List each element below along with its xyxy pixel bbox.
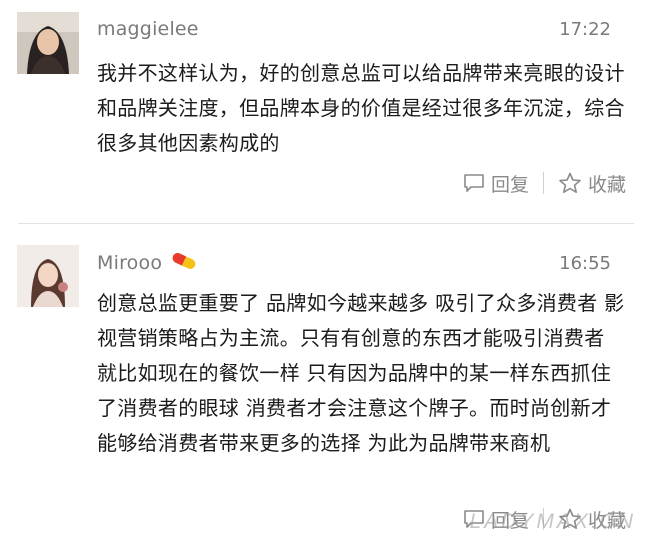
avatar[interactable] [17,245,79,307]
favorite-button[interactable]: 收藏 [558,170,626,197]
comment-divider [18,223,634,224]
avatar[interactable] [17,12,79,74]
comment-text: 我并不这样认为，好的创意总监可以给品牌带来亮眼的设计和品牌关注度，但品牌本身的价… [97,61,625,155]
username[interactable]: maggielee [97,18,199,40]
reply-button[interactable]: 回复 [463,170,529,197]
timestamp: 17:22 [559,19,611,40]
avatar-photo-icon [17,12,79,74]
username[interactable]: Mirooo [97,252,162,274]
comment-bubble-icon [464,174,484,192]
action-separator [542,172,544,194]
pill-icon [172,253,196,269]
avatar-photo-icon [17,245,79,307]
comment-actions: 回复 收藏 [463,169,626,197]
timestamp: 16:55 [559,253,611,274]
star-icon [559,172,581,193]
favorite-label: 收藏 [587,173,626,196]
reply-label: 回复 [490,173,529,196]
watermark: LADYMAX.CN [469,510,636,533]
comment-text: 创意总监更重要了 品牌如今越来越多 吸引了众多消费者 影视营销策略占为主流。只有… [97,291,625,455]
